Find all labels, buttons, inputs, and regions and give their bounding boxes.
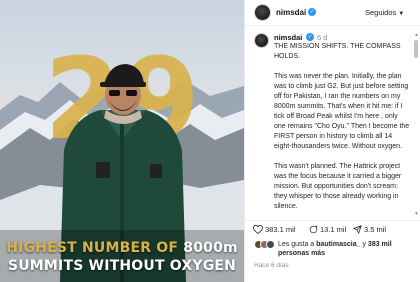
share-button[interactable]: 3.5 mil [353,225,386,234]
header-username[interactable]: nimsdai [276,8,306,17]
caption-area[interactable]: nimsdai ✓ 6 d THE MISSION SHIFTS. THE CO… [245,30,415,220]
liker-username[interactable]: bautimascia_ [316,241,360,248]
caption-text: THE MISSION SHIFTS. THE COMPASS HOLDS. T… [274,42,410,220]
headline-line-2: SUMMITS WITHOUT OXYGEN [7,258,237,274]
caption-paragraph: This wasn't planned. The Hattrick projec… [274,163,402,210]
action-bar: 383.1 mil 13.1 mil 3.5 mil [245,220,420,236]
avatar[interactable] [254,4,271,21]
caption-paragraph: This was never the plan. Initially, the … [274,73,410,150]
share-count: 3.5 mil [364,225,387,234]
caption-time[interactable]: 6 d [317,33,327,42]
following-button[interactable]: Seguidos ▼ [365,8,404,17]
post-header: nimsdai ✓ Seguidos ▼ [245,0,420,26]
likes-summary: Les gusta a bautimascia_ y 383 mil perso… [245,238,420,260]
post-image[interactable]: 29 HIGHEST NUMBER OF 8000m [0,0,244,282]
post-sidebar: nimsdai ✓ Seguidos ▼ nimsdai ✓ 6 d THE MI… [244,0,420,282]
scroll-down-arrow-icon[interactable]: ▼ [414,211,419,217]
heart-icon [253,224,263,235]
comment-button[interactable]: 13.1 mil [309,225,346,234]
headline-line-1: HIGHEST NUMBER OF 8000m [0,240,244,256]
caption-scrollbar[interactable]: ▲ ▼ [413,30,419,220]
likes-text: Les gusta a bautimascia_ y 383 mil perso… [278,240,418,258]
caption-paragraph: THE MISSION SHIFTS. THE COMPASS HOLDS. [274,43,401,60]
caption-username[interactable]: nimsdai [274,33,302,42]
verified-badge-icon: ✓ [308,8,316,16]
comment-icon [309,225,318,234]
chevron-down-icon: ▼ [398,11,405,17]
comment-count: 13.1 mil [320,225,347,234]
like-button[interactable]: 383.1 mil [253,224,296,235]
likes-middle: y [362,241,366,248]
headline-highlight: HIGHEST NUMBER OF [6,240,179,256]
headline-rest: 8000m [183,240,238,256]
scroll-thumb[interactable] [414,40,418,58]
verified-badge-icon: ✓ [306,33,314,41]
share-icon [353,225,362,234]
caption-avatar[interactable] [254,33,269,48]
likes-prefix: Les gusta a [278,241,315,248]
scroll-up-arrow-icon[interactable]: ▲ [414,32,419,38]
following-label: Seguidos [365,8,397,17]
like-count: 383.1 mil [265,225,296,234]
post-time-ago[interactable]: Hace 6 días [254,262,289,269]
liker-avatar [266,240,275,249]
